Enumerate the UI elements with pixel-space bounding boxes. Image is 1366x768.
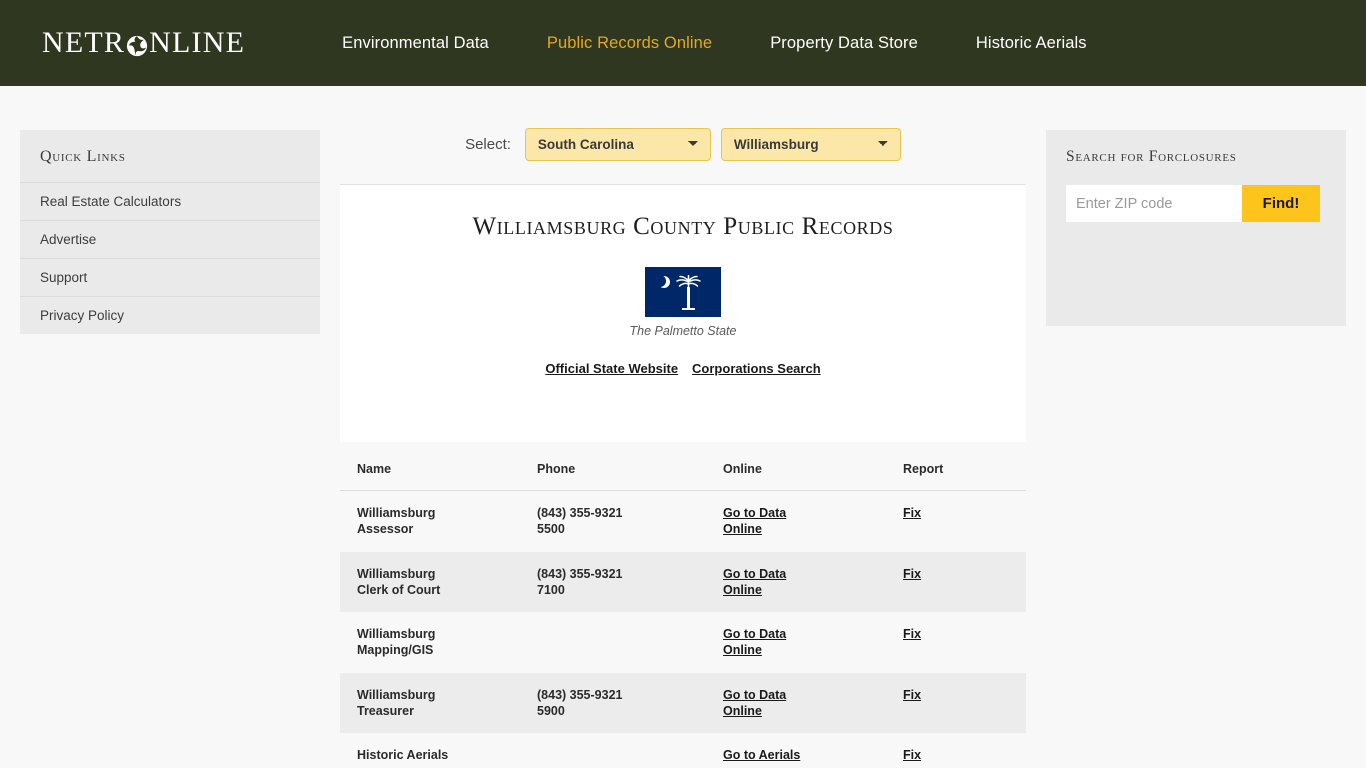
column-header-online: Online — [706, 442, 886, 491]
nav-item-property-data-store[interactable]: Property Data Store — [741, 28, 947, 59]
find-button[interactable]: Find! — [1242, 185, 1320, 222]
cell-online: Go to Data Online — [706, 551, 886, 612]
table-row: Williamsburg Mapping/GIS Go to Data Onli… — [340, 612, 1026, 673]
site-logo[interactable]: NETR NLINE — [42, 23, 245, 63]
nav-item-environmental-data[interactable]: Environmental Data — [313, 28, 518, 59]
cell-phone — [520, 733, 706, 768]
county-select[interactable]: Williamsburg — [720, 127, 901, 161]
cell-phone — [520, 612, 706, 673]
flag-caption: The Palmetto State — [629, 324, 737, 338]
table-header-row: Name Phone Online Report — [340, 442, 1026, 491]
select-label: Select: — [465, 135, 511, 153]
fix-link[interactable]: Fix — [903, 748, 921, 762]
cell-office-name: Williamsburg Clerk of Court — [340, 551, 520, 612]
fix-link[interactable]: Fix — [903, 627, 921, 641]
county-info-card: Williamsburg County Public Records The P… — [340, 184, 1026, 442]
state-select[interactable]: South Carolina — [524, 127, 711, 161]
nav-item-public-records-online[interactable]: Public Records Online — [518, 28, 741, 59]
sidebar-item-real-estate-calculators[interactable]: Real Estate Calculators — [20, 182, 320, 220]
table-row: Historic Aerials Go to Aerials Fix — [340, 733, 1026, 768]
quick-links-panel: Quick Links Real Estate Calculators Adve… — [20, 130, 320, 334]
fix-link[interactable]: Fix — [903, 567, 921, 581]
cell-office-name: Williamsburg Mapping/GIS — [357, 627, 436, 658]
site-header: NETR NLINE Environmental Data Public Rec… — [0, 0, 1366, 86]
go-to-data-online-link[interactable]: Go to Data Online — [723, 687, 818, 720]
nav-item-historic-aerials[interactable]: Historic Aerials — [947, 28, 1116, 59]
globe-icon — [126, 33, 148, 57]
cell-online: Go to Data Online — [706, 672, 886, 733]
cell-report: Fix — [886, 733, 1026, 768]
quick-links-heading: Quick Links — [40, 148, 126, 165]
south-carolina-flag-icon — [645, 267, 721, 317]
main-content: Select: South Carolina Williamsburg Will… — [340, 86, 1026, 768]
state-resource-links: Official State Website Corporations Sear… — [340, 361, 1026, 376]
corporations-search-link[interactable]: Corporations Search — [692, 361, 821, 376]
crescent-moon-icon — [654, 275, 666, 287]
column-header-phone: Phone — [520, 442, 706, 491]
location-selector-bar: Select: South Carolina Williamsburg — [340, 86, 1026, 184]
cell-phone: (843) 355-9321 5500 — [537, 506, 623, 537]
sidebar-item-privacy-policy[interactable]: Privacy Policy — [20, 296, 320, 334]
right-sidebar: Search for Forclosures Find! — [1026, 86, 1366, 768]
official-state-website-link[interactable]: Official State Website — [545, 361, 678, 376]
foreclosure-search-form: Find! — [1066, 185, 1326, 222]
cell-report: Fix — [886, 672, 1026, 733]
foreclosure-search-heading: Search for Forclosures — [1066, 148, 1237, 165]
cell-report: Fix — [886, 551, 1026, 612]
column-header-report: Report — [886, 442, 1026, 491]
go-to-aerials-link[interactable]: Go to Aerials — [723, 747, 818, 763]
page-body: Quick Links Real Estate Calculators Adve… — [0, 86, 1366, 768]
page-title: Williamsburg County Public Records — [472, 213, 894, 240]
cell-online: Go to Data Online — [706, 612, 886, 673]
cell-report: Fix — [886, 612, 1026, 673]
table-row: Williamsburg Clerk of Court (843) 355-93… — [340, 551, 1026, 612]
logo-text-right: NLINE — [149, 26, 246, 59]
sidebar-item-support[interactable]: Support — [20, 258, 320, 296]
table-row: Williamsburg Assessor (843) 355-9321 550… — [340, 491, 1026, 552]
fix-link[interactable]: Fix — [903, 506, 921, 520]
go-to-data-online-link[interactable]: Go to Data Online — [723, 626, 818, 659]
go-to-data-online-link[interactable]: Go to Data Online — [723, 505, 818, 538]
cell-online: Go to Data Online — [706, 491, 886, 552]
cell-office-name: Williamsburg Treasurer — [340, 672, 520, 733]
zip-code-input[interactable] — [1066, 185, 1242, 222]
state-flag-block: The Palmetto State — [340, 267, 1026, 338]
cell-office-name: Historic Aerials — [357, 748, 449, 762]
cell-online: Go to Aerials — [706, 733, 886, 768]
public-records-table: Name Phone Online Report Williamsburg As… — [340, 442, 1026, 768]
palmetto-base — [682, 308, 695, 310]
foreclosure-search-panel: Search for Forclosures Find! — [1046, 130, 1346, 326]
table-row: Williamsburg Treasurer (843) 355-9321 59… — [340, 672, 1026, 733]
main-navigation: Environmental Data Public Records Online… — [313, 28, 1116, 59]
fix-link[interactable]: Fix — [903, 688, 921, 702]
sidebar-item-advertise[interactable]: Advertise — [20, 220, 320, 258]
go-to-data-online-link[interactable]: Go to Data Online — [723, 566, 818, 599]
cell-office-name: Williamsburg Assessor — [357, 506, 436, 537]
left-sidebar: Quick Links Real Estate Calculators Adve… — [0, 86, 340, 768]
cell-phone: (843) 355-9321 5900 — [520, 672, 706, 733]
logo-text-left: NETR — [42, 26, 126, 59]
logo-wordmark: NETR NLINE — [42, 28, 245, 58]
cell-report: Fix — [886, 491, 1026, 552]
cell-phone: (843) 355-9321 7100 — [520, 551, 706, 612]
column-header-name: Name — [340, 442, 520, 491]
palmetto-fronds — [675, 274, 702, 293]
